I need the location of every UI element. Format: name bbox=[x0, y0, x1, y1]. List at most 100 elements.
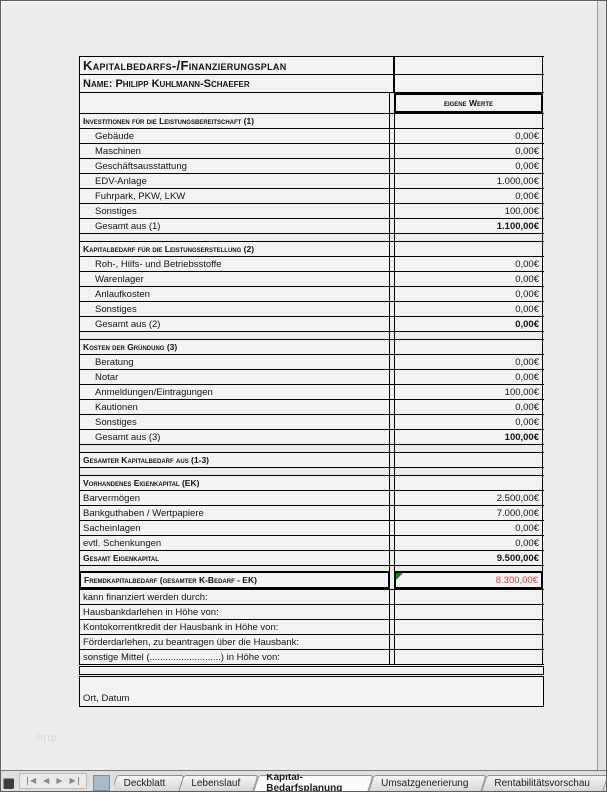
label-cell[interactable]: Fuhrpark, PKW, LKW bbox=[79, 189, 390, 203]
value-cell[interactable]: 8.300,00€ bbox=[394, 571, 543, 589]
value-cell[interactable] bbox=[394, 590, 543, 604]
value-cell[interactable]: 1.100,00€ bbox=[394, 219, 543, 233]
label-cell[interactable]: Beratung bbox=[79, 355, 390, 369]
value-cell[interactable]: 1.000,00€ bbox=[394, 174, 543, 188]
vertical-scrollbar[interactable] bbox=[597, 1, 606, 771]
empty-cell[interactable] bbox=[79, 667, 544, 674]
label-cell[interactable]: evtl. Schenkungen bbox=[79, 536, 390, 550]
value-cell[interactable] bbox=[394, 453, 543, 467]
label-cell[interactable] bbox=[79, 234, 390, 241]
label-cell[interactable]: sonstige Mittel (.......................… bbox=[79, 650, 390, 664]
label-cell[interactable]: Anlaufkosten bbox=[79, 287, 390, 301]
value-cell[interactable] bbox=[394, 476, 543, 490]
label-cell[interactable] bbox=[79, 445, 390, 452]
label-cell[interactable]: Bankguthaben / Wertpapiere bbox=[79, 506, 390, 520]
tab-next-icon[interactable]: ▶ bbox=[56, 777, 62, 785]
signature-cell[interactable]: Ort, Datum bbox=[79, 677, 544, 706]
window-grip[interactable] bbox=[3, 778, 14, 789]
label-cell[interactable]: Barvermögen bbox=[79, 491, 390, 505]
label-cell[interactable]: Gesamt Eigenkapital bbox=[79, 551, 390, 565]
value-cell[interactable] bbox=[394, 57, 543, 74]
label-cell[interactable]: Hausbankdarlehen in Höhe von: bbox=[79, 605, 390, 619]
label-cell[interactable]: Gebäude bbox=[79, 129, 390, 143]
label-cell[interactable]: Fremdkapitalbedarf (gesamter K-Bedarf - … bbox=[79, 571, 390, 589]
label-cell[interactable]: Vorhandenes Eigenkapital (EK) bbox=[79, 476, 390, 490]
label-cell[interactable]: Investitionen für die Leistungsbereitsch… bbox=[79, 114, 390, 128]
sheet-tab-lebenslauf[interactable]: Lebenslauf bbox=[181, 775, 256, 791]
value-cell[interactable] bbox=[394, 114, 543, 128]
value-cell[interactable] bbox=[394, 332, 543, 339]
label-cell[interactable]: Roh-, Hilfs- und Betriebsstoffe bbox=[79, 257, 390, 271]
tab-last-icon[interactable]: ▶ bbox=[69, 777, 78, 785]
sheet-tab-deckblatt[interactable]: Deckblatt bbox=[114, 775, 182, 791]
label-cell[interactable]: Gesamt aus (2) bbox=[79, 317, 390, 331]
value-cell[interactable] bbox=[394, 234, 543, 241]
value-cell[interactable] bbox=[394, 605, 543, 619]
table-row bbox=[79, 666, 544, 674]
label-cell[interactable]: Sonstiges bbox=[79, 302, 390, 316]
value-cell[interactable]: 0,00€ bbox=[394, 400, 543, 414]
label-cell[interactable]: Kontokorrentkredit der Hausbank in Höhe … bbox=[79, 620, 390, 634]
value-cell[interactable] bbox=[394, 650, 543, 664]
tab-split-handle[interactable] bbox=[93, 775, 110, 791]
value-cell[interactable] bbox=[394, 75, 543, 92]
value-cell[interactable]: 0,00€ bbox=[394, 287, 543, 301]
value-cell[interactable] bbox=[394, 635, 543, 649]
label-cell[interactable]: Förderdarlehen, zu beantragen über die H… bbox=[79, 635, 390, 649]
value-cell[interactable]: 9.500,00€ bbox=[394, 551, 543, 565]
label-cell[interactable]: Kapitalbedarfs-/Finanzierungsplan bbox=[79, 57, 394, 74]
value-cell[interactable]: 100,00€ bbox=[394, 385, 543, 399]
value-cell[interactable]: 0,00€ bbox=[394, 415, 543, 429]
label-cell[interactable]: Sacheinlagen bbox=[79, 521, 390, 535]
value-cell[interactable]: 0,00€ bbox=[394, 536, 543, 550]
value-cell[interactable]: 0,00€ bbox=[394, 144, 543, 158]
label-cell[interactable]: Maschinen bbox=[79, 144, 390, 158]
label-cell[interactable] bbox=[79, 332, 390, 339]
value-cell[interactable] bbox=[394, 468, 543, 475]
value-cell[interactable]: 0,00€ bbox=[394, 189, 543, 203]
value-cell[interactable]: 0,00€ bbox=[394, 302, 543, 316]
value-cell[interactable]: 0,00€ bbox=[394, 370, 543, 384]
table-row: kann finanziert werden durch: bbox=[79, 589, 544, 604]
label-cell[interactable]: Sonstiges bbox=[79, 415, 390, 429]
value-cell[interactable]: 0,00€ bbox=[394, 317, 543, 331]
label-cell[interactable]: Kapitalbedarf für die Leistungserstellun… bbox=[79, 242, 390, 256]
table-row: Warenlager 0,00€ bbox=[79, 271, 544, 286]
label-cell[interactable] bbox=[79, 93, 390, 113]
value-cell[interactable] bbox=[394, 242, 543, 256]
label-cell[interactable]: Notar bbox=[79, 370, 390, 384]
value-cell[interactable]: 100,00€ bbox=[394, 204, 543, 218]
label-cell[interactable]: Gesamt aus (3) bbox=[79, 430, 390, 444]
value-cell[interactable]: 0,00€ bbox=[394, 159, 543, 173]
tab-first-icon[interactable]: ◀ bbox=[27, 777, 36, 785]
value-cell[interactable]: 100,00€ bbox=[394, 430, 543, 444]
value-cell[interactable]: 0,00€ bbox=[394, 272, 543, 286]
label-cell[interactable]: Anmeldungen/Eintragungen bbox=[79, 385, 390, 399]
value-cell[interactable]: 0,00€ bbox=[394, 129, 543, 143]
value-cell[interactable] bbox=[394, 340, 543, 354]
sheet-tab-label: Lebenslauf bbox=[191, 778, 240, 789]
tab-prev-icon[interactable]: ◀ bbox=[43, 777, 49, 785]
value-cell[interactable]: eigene Werte bbox=[394, 93, 543, 113]
label-cell[interactable]: kann finanziert werden durch: bbox=[79, 590, 390, 604]
label-cell[interactable]: Name: Philipp Kuhlmann-Schaefer bbox=[79, 75, 394, 92]
label-cell[interactable]: Gesamter Kapitalbedarf aus (1-3) bbox=[79, 453, 390, 467]
label-cell[interactable]: Geschäftsausstattung bbox=[79, 159, 390, 173]
sheet-tab-kapital-bedarfsplanung[interactable]: Kapital-Bedarfsplanung bbox=[256, 775, 371, 791]
sheet-tab-rentabilitätsvorschau[interactable]: Rentabilitätsvorschau bbox=[484, 775, 606, 791]
value-cell[interactable]: 0,00€ bbox=[394, 257, 543, 271]
value-cell[interactable]: 0,00€ bbox=[394, 355, 543, 369]
value-cell[interactable] bbox=[394, 445, 543, 452]
label-cell[interactable]: Warenlager bbox=[79, 272, 390, 286]
sheet-tab-umsatzgenerierung[interactable]: Umsatzgenerierung bbox=[371, 775, 484, 791]
value-cell[interactable]: 7.000,00€ bbox=[394, 506, 543, 520]
label-cell[interactable]: Sonstiges bbox=[79, 204, 390, 218]
value-cell[interactable]: 0,00€ bbox=[394, 521, 543, 535]
label-cell[interactable]: Gesamt aus (1) bbox=[79, 219, 390, 233]
label-cell[interactable]: Kautionen bbox=[79, 400, 390, 414]
value-cell[interactable]: 2.500,00€ bbox=[394, 491, 543, 505]
label-cell[interactable]: EDV-Anlage bbox=[79, 174, 390, 188]
value-cell[interactable] bbox=[394, 620, 543, 634]
label-cell[interactable] bbox=[79, 468, 390, 475]
label-cell[interactable]: Kosten der Gründung (3) bbox=[79, 340, 390, 354]
